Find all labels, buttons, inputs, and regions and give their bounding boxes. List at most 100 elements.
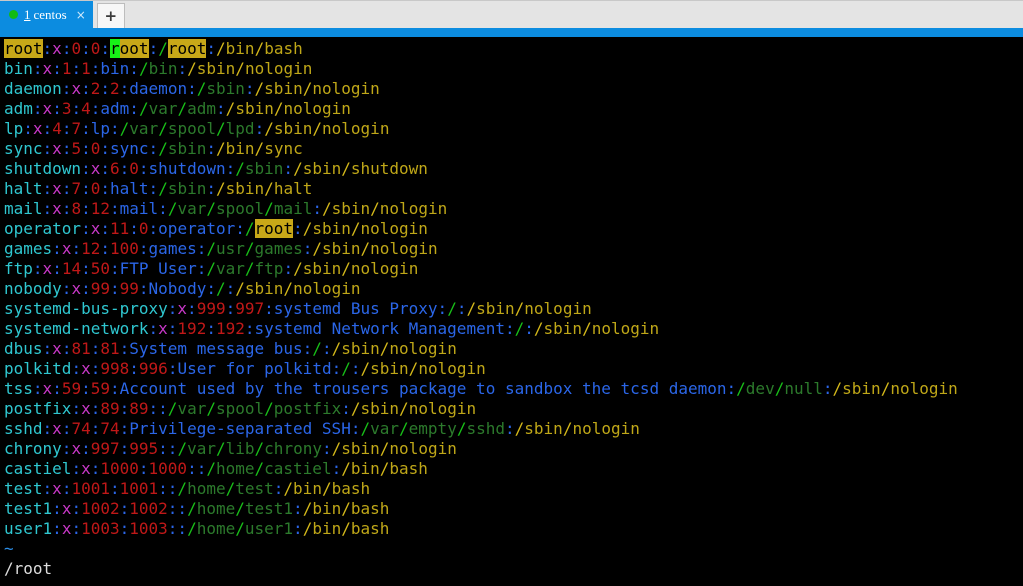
terminal-token: 12 <box>81 239 101 258</box>
terminal-token: bin <box>4 59 33 78</box>
terminal-line: games:x:12:100:games:/usr/games:/sbin/no… <box>4 239 1023 259</box>
terminal-token: / <box>216 179 226 198</box>
terminal-token: var <box>148 99 178 118</box>
terminal-token: sbin <box>360 399 400 418</box>
terminal-token: : <box>505 419 515 438</box>
terminal-token: games <box>254 239 303 258</box>
terminal-line: user1:x:1003:1003::/home/user1:/bin/bash <box>4 519 1023 539</box>
terminal-token: sbin <box>244 279 284 298</box>
terminal-token: adm <box>100 99 130 118</box>
terminal-token: x <box>52 39 62 58</box>
terminal-token: : <box>81 139 91 158</box>
terminal-token: nologin <box>312 79 380 98</box>
terminal-token: : <box>293 499 303 518</box>
terminal-token: : <box>61 439 72 458</box>
terminal-token: : <box>52 379 62 398</box>
terminal-token: : <box>61 419 72 438</box>
terminal-token: : <box>90 399 101 418</box>
terminal-token: x <box>52 139 62 158</box>
terminal-token: :: <box>167 519 188 538</box>
terminal-token: dbus <box>4 339 43 358</box>
terminal-token: x <box>71 79 82 98</box>
terminal-token: sshd <box>4 419 43 438</box>
terminal-token: sbin <box>206 79 245 98</box>
terminal-token: 995 <box>129 439 159 458</box>
terminal-token: bin <box>225 139 255 158</box>
terminal-token: nologin <box>322 119 390 138</box>
terminal-token: / <box>206 199 216 218</box>
terminal-token: : <box>225 279 236 298</box>
terminal-token: 12 <box>90 199 110 218</box>
terminal-token: : <box>119 339 130 358</box>
terminal-line: bin:x:1:1:bin:/bin:/sbin/nologin <box>4 59 1023 79</box>
terminal-token: : <box>244 319 255 338</box>
terminal-token: : <box>42 179 53 198</box>
terminal-token: / <box>321 479 332 498</box>
new-tab-button[interactable]: + <box>96 3 125 28</box>
terminal-token: sbin <box>842 379 881 398</box>
terminal-token: : <box>350 359 361 378</box>
terminal-token: lib <box>225 439 255 458</box>
terminal-token: x <box>177 299 188 318</box>
terminal-token: / <box>244 259 255 278</box>
terminal-token: x <box>42 59 53 78</box>
terminal-token: : <box>81 279 91 298</box>
terminal-token: x <box>81 399 91 418</box>
terminal-token: / <box>215 279 226 298</box>
terminal-token: : <box>129 219 139 238</box>
terminal-token: / <box>235 519 245 538</box>
terminal-token: daemon <box>4 79 62 98</box>
terminal-token: FTP User <box>119 259 197 278</box>
terminal-token: / <box>187 519 197 538</box>
terminal-token: : <box>81 79 91 98</box>
terminal-token: shutdown <box>4 159 82 178</box>
terminal-token: : <box>32 379 43 398</box>
terminal-token: Account used by the trousers package to … <box>119 379 727 398</box>
terminal-line: sync:x:5:0:sync:/sbin:/bin/sync <box>4 139 1023 159</box>
terminal-token: :: <box>158 479 178 498</box>
terminal-token: / <box>736 379 746 398</box>
terminal-token: / <box>350 219 361 238</box>
terminal-token: : <box>90 59 101 78</box>
terminal-token: : <box>61 139 72 158</box>
terminal-token: : <box>110 199 120 218</box>
terminal-token: : <box>100 39 111 58</box>
terminal-token: nologin <box>244 59 313 78</box>
terminal-token: test <box>235 479 274 498</box>
terminal-token: : <box>71 239 82 258</box>
terminal-token: 81 <box>71 339 91 358</box>
close-icon[interactable]: × <box>76 9 86 21</box>
terminal-token: / <box>408 359 419 378</box>
terminal-token: mail <box>4 199 43 218</box>
terminal-token: ftp <box>4 259 33 278</box>
terminal-token: var <box>177 199 207 218</box>
terminal-token: / <box>341 459 351 478</box>
terminal-token: : <box>158 199 168 218</box>
terminal-token: user1 <box>4 519 53 538</box>
terminal-token: / <box>158 39 168 58</box>
terminal-token: x <box>52 479 62 498</box>
terminal-token: nologin <box>293 279 361 298</box>
terminal-line: dbus:x:81:81:System message bus:/:/sbin/… <box>4 339 1023 359</box>
terminal-token: nologin <box>389 439 457 458</box>
terminal-token: : <box>71 499 82 518</box>
tab-centos[interactable]: 1 centos × <box>0 1 93 28</box>
terminal-token: 999 <box>196 299 226 318</box>
terminal-token: x <box>42 259 53 278</box>
terminal-token: postfix <box>273 399 342 418</box>
terminal-token: games <box>4 239 53 258</box>
terminal-token: / <box>514 299 525 318</box>
terminal-token: / <box>206 459 216 478</box>
terminal-token: : <box>81 119 91 138</box>
terminal-token: home <box>196 519 236 538</box>
terminal-token: / <box>158 119 168 138</box>
terminal-token: usr <box>216 239 245 258</box>
terminal-token: : <box>42 419 53 438</box>
terminal-token: chrony <box>4 439 62 458</box>
terminal-token: : <box>206 179 216 198</box>
terminal-screen[interactable]: root:x:0:0:root:/root:/bin/bash bin:x:1:1… <box>0 37 1023 586</box>
terminal-token: 8 <box>71 199 82 218</box>
terminal-token: / <box>302 219 313 238</box>
terminal-token: : <box>244 79 255 98</box>
terminal-token: : <box>283 159 294 178</box>
